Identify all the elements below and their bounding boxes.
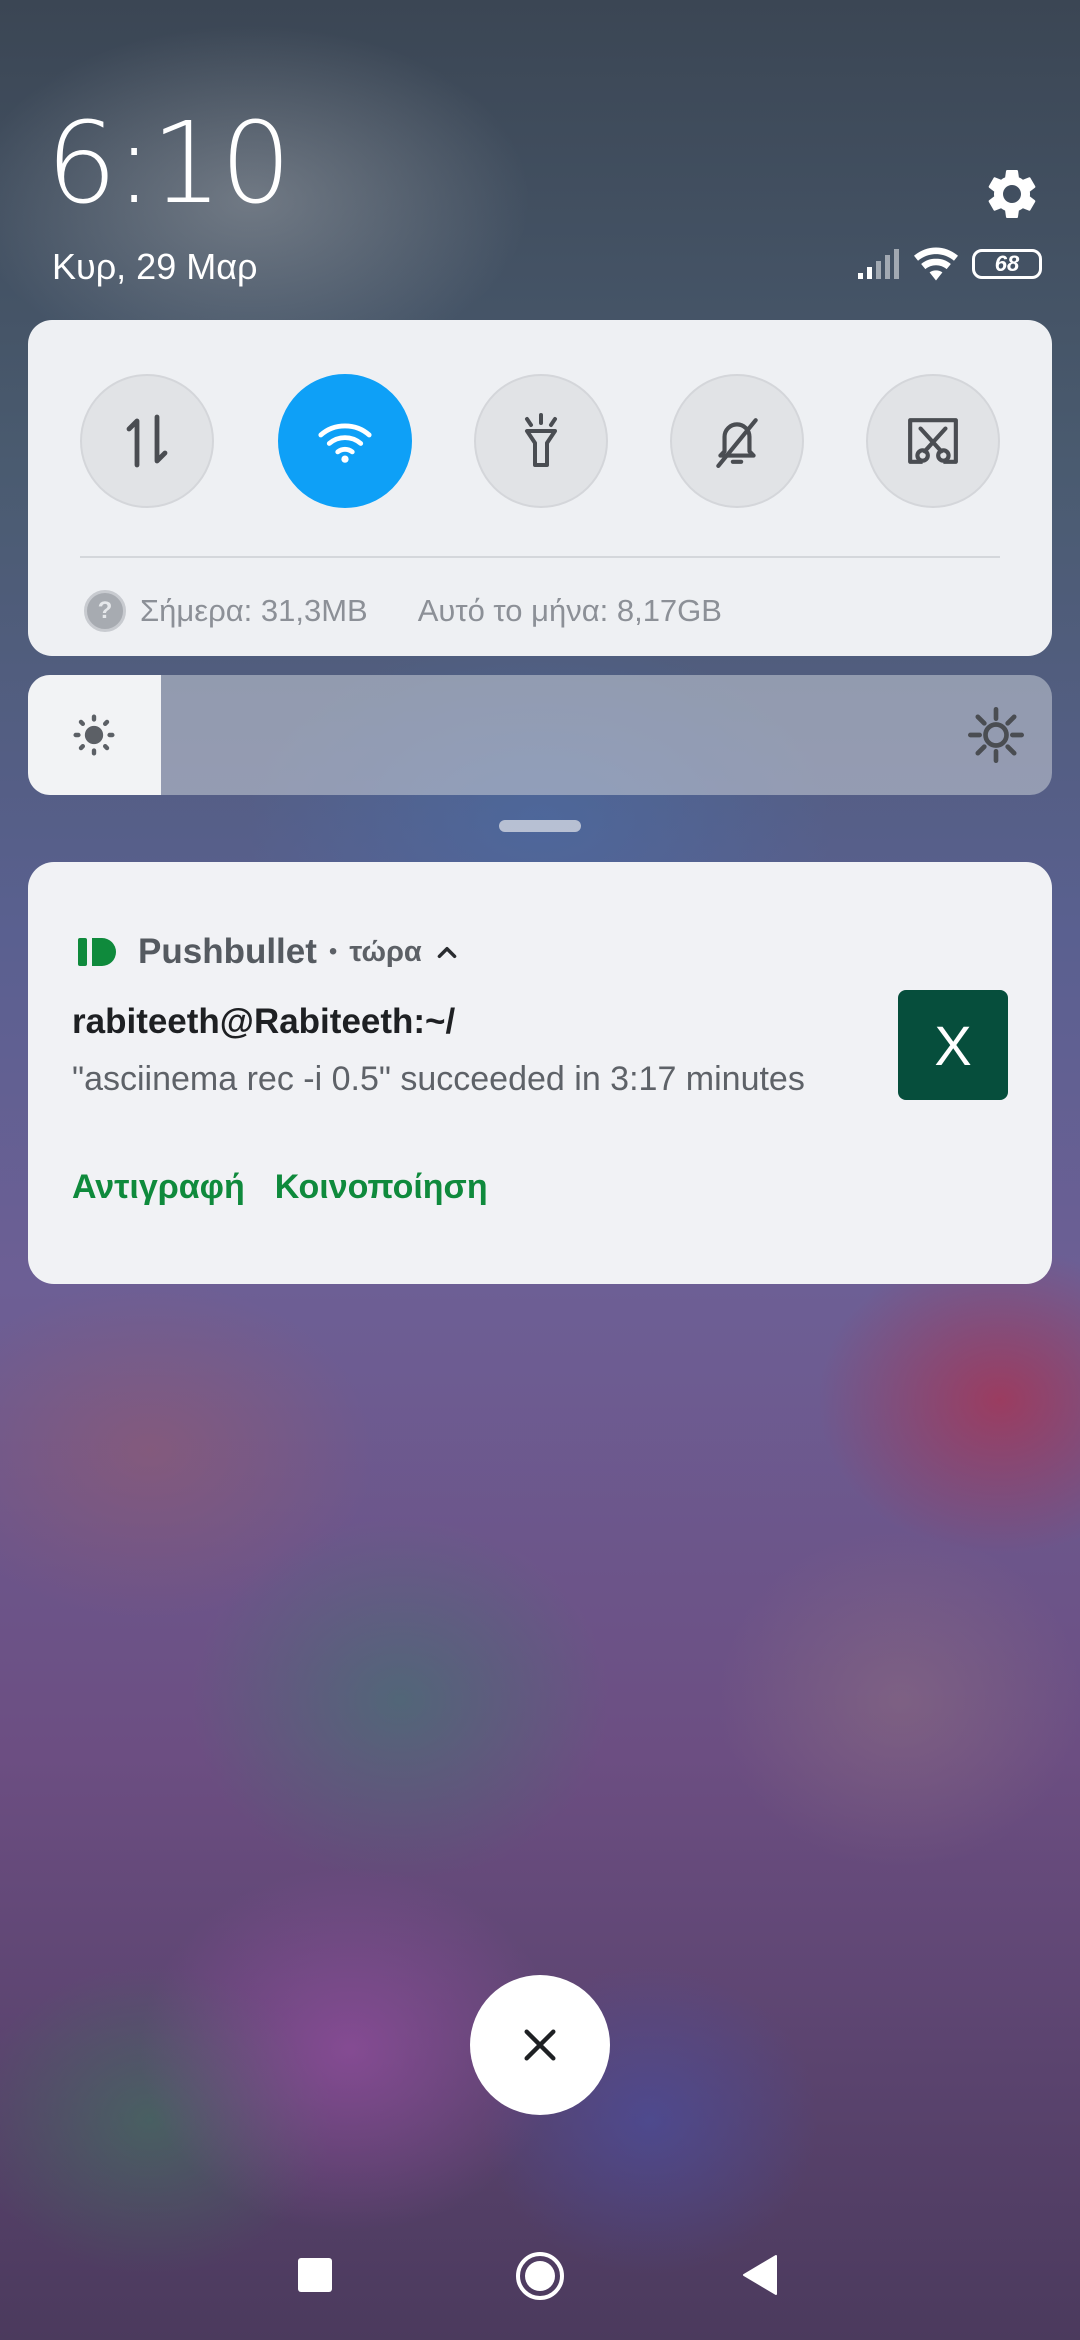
- notification-header: Pushbullet • τώρα: [78, 930, 460, 974]
- clear-all-button[interactable]: [470, 1975, 610, 2115]
- signal-icon: [858, 249, 899, 279]
- divider: [80, 556, 1000, 558]
- wifi-toggle[interactable]: [278, 374, 412, 508]
- notification-title: rabiteeth@Rabiteeth:~/: [72, 1002, 456, 1041]
- notification-actions: Αντιγραφή Κοινοποίηση: [72, 1162, 488, 1212]
- separator-dot: •: [328, 938, 338, 965]
- screenshot-toggle[interactable]: [866, 374, 1000, 508]
- mobile-data-toggle[interactable]: [80, 374, 214, 508]
- brightness-high-icon: [968, 707, 1024, 763]
- notification-card[interactable]: Pushbullet • τώρα rabiteeth@Rabiteeth:~/…: [28, 862, 1052, 1284]
- quick-settings-panel: ? Σήμερα: 31,3MB Αυτό το μήνα: 8,17GB: [28, 320, 1052, 656]
- date[interactable]: Κυρ, 29 Μαρ: [52, 246, 258, 288]
- settings-icon[interactable]: [982, 164, 1042, 224]
- close-icon: [524, 2029, 556, 2061]
- chevron-up-icon[interactable]: [434, 939, 460, 965]
- copy-button[interactable]: Αντιγραφή: [72, 1168, 245, 1207]
- home-button[interactable]: [514, 2250, 566, 2302]
- app-name: Pushbullet: [138, 932, 317, 971]
- notification-thumbnail: X: [898, 990, 1008, 1100]
- brightness-slider[interactable]: [28, 675, 1052, 795]
- brightness-low-icon: [73, 714, 115, 756]
- bell-off-icon: [716, 418, 758, 468]
- flashlight-toggle[interactable]: [474, 374, 608, 508]
- clock[interactable]: 6:10: [46, 108, 292, 220]
- data-transfer-icon: [126, 414, 168, 468]
- recents-button[interactable]: [298, 2258, 332, 2292]
- status-bar-icons: 68: [858, 244, 1042, 284]
- battery-level: 68: [994, 251, 1020, 276]
- screenshot-icon: [908, 418, 958, 464]
- data-usage-month: Αυτό το μήνα: 8,17GB: [417, 593, 722, 628]
- wifi-icon: [914, 247, 958, 281]
- data-usage-today: Σήμερα: 31,3MB: [140, 593, 368, 628]
- help-icon: ?: [84, 590, 126, 632]
- pushbullet-logo-icon: [78, 938, 116, 966]
- flashlight-icon: [525, 413, 557, 467]
- data-usage[interactable]: ? Σήμερα: 31,3MB Αυτό το μήνα: 8,17GB: [84, 588, 722, 634]
- drag-handle[interactable]: [499, 820, 581, 832]
- notification-text: "asciinema rec -i 0.5" succeeded in 3:17…: [72, 1060, 805, 1098]
- battery-icon: 68: [972, 249, 1042, 279]
- wifi-icon: [318, 423, 372, 463]
- share-button[interactable]: Κοινοποίηση: [275, 1168, 488, 1207]
- back-button[interactable]: [742, 2254, 778, 2296]
- notification-time: τώρα: [349, 935, 422, 968]
- silent-mode-toggle[interactable]: [670, 374, 804, 508]
